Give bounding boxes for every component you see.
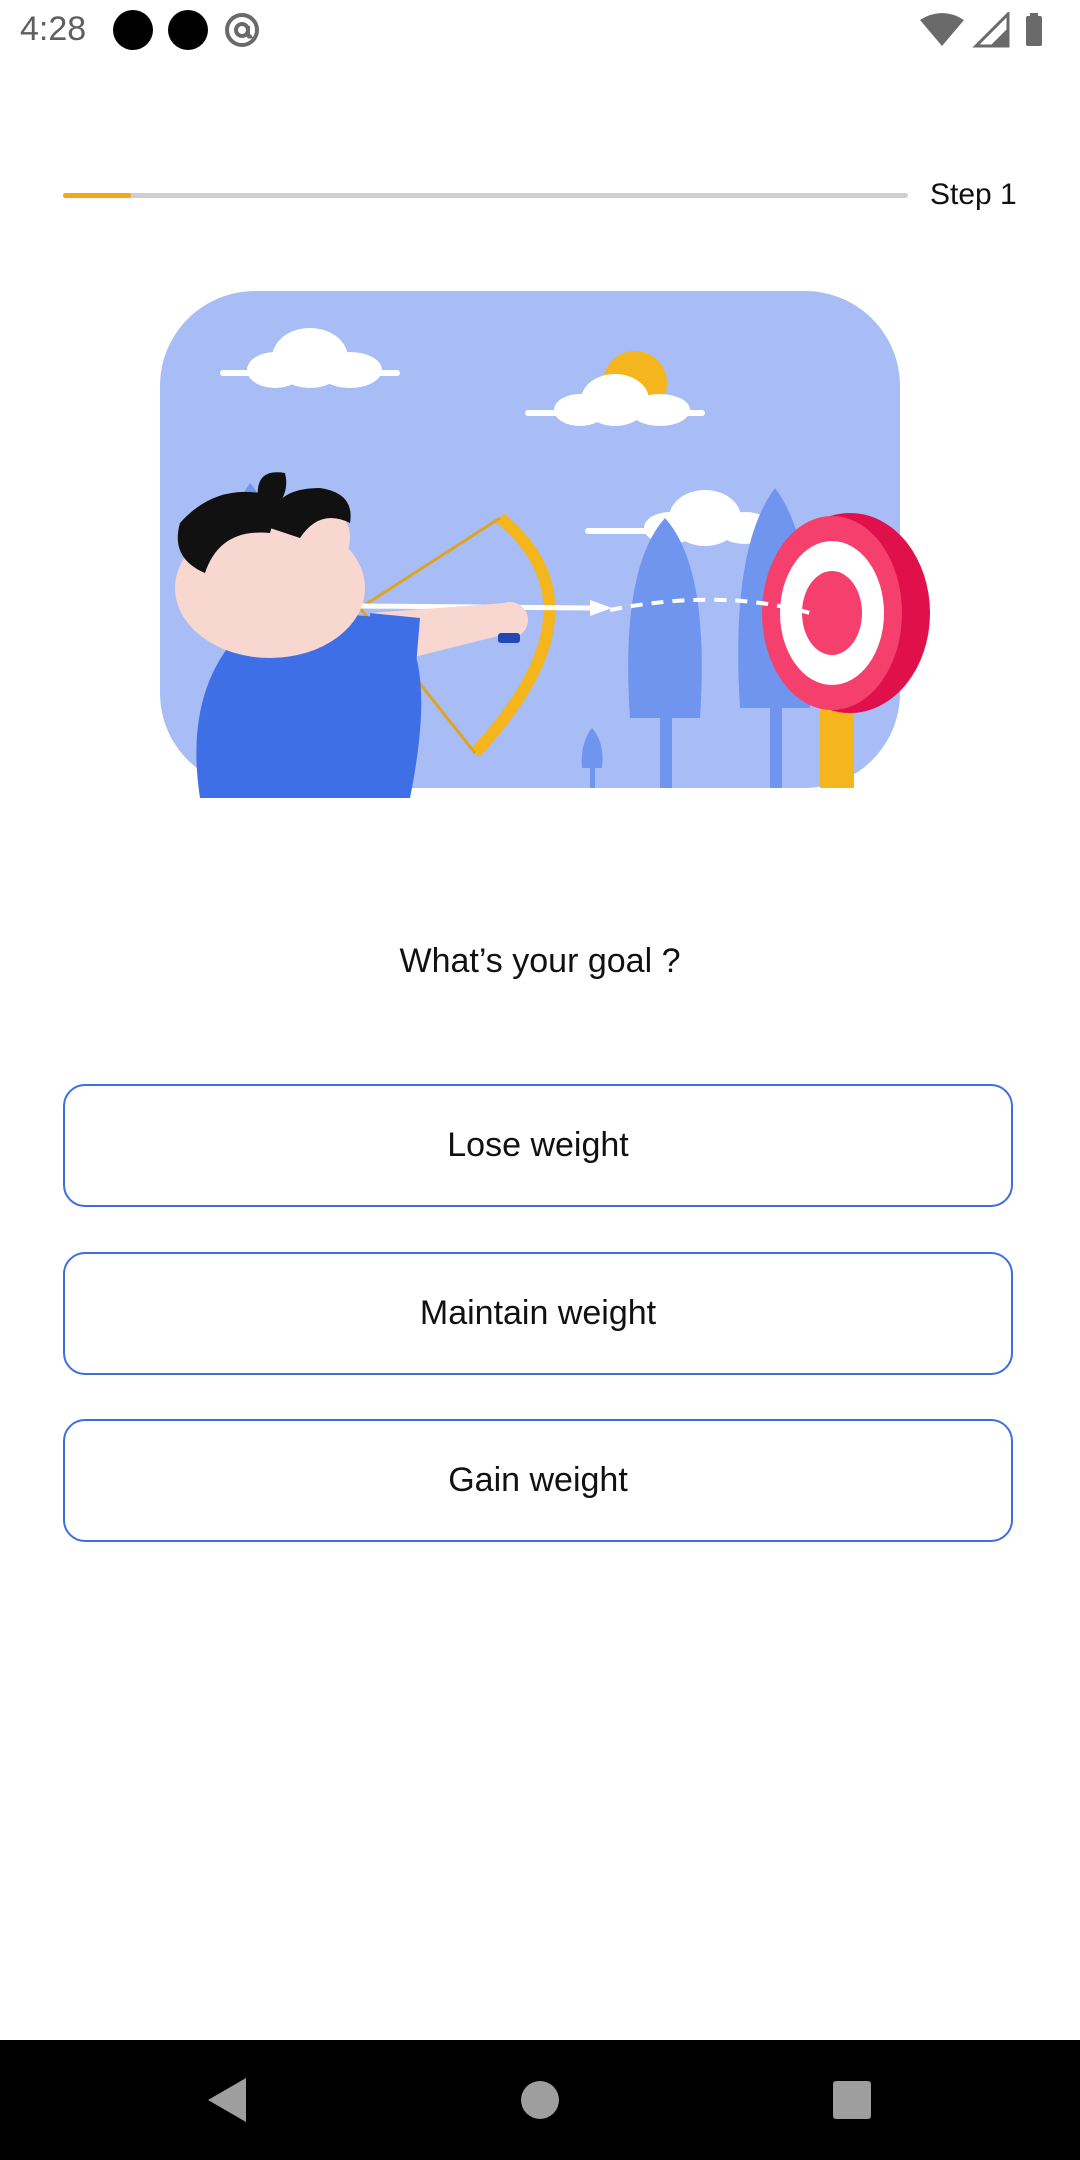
notification-dot-icon xyxy=(113,10,153,50)
at-sign-icon xyxy=(225,13,259,47)
option-lose-weight-button[interactable]: Lose weight xyxy=(63,1084,1013,1207)
home-icon[interactable] xyxy=(510,2070,570,2130)
progress-bar xyxy=(63,193,908,198)
question-heading: What’s your goal ? xyxy=(399,942,681,980)
recents-icon[interactable] xyxy=(822,2070,882,2130)
step-label: Step 1 xyxy=(930,178,1017,211)
back-icon[interactable] xyxy=(200,2070,260,2130)
battery-icon xyxy=(1026,16,1042,46)
option-gain-weight-button[interactable]: Gain weight xyxy=(63,1419,1013,1542)
navigation-bar xyxy=(0,2040,1080,2160)
archer-aiming-at-target-illustration xyxy=(160,291,930,798)
status-icons xyxy=(920,12,1042,48)
status-bar: 4:28 xyxy=(0,0,1080,60)
notification-dot-icon xyxy=(168,10,208,50)
goal-selection-screen: 4:28 Step 1 What’s your goal ? Lose weig… xyxy=(0,0,1080,2160)
status-time: 4:28 xyxy=(20,10,87,48)
wifi-icon xyxy=(920,13,964,46)
progress-fill xyxy=(63,193,131,198)
option-maintain-weight-button[interactable]: Maintain weight xyxy=(63,1252,1013,1375)
